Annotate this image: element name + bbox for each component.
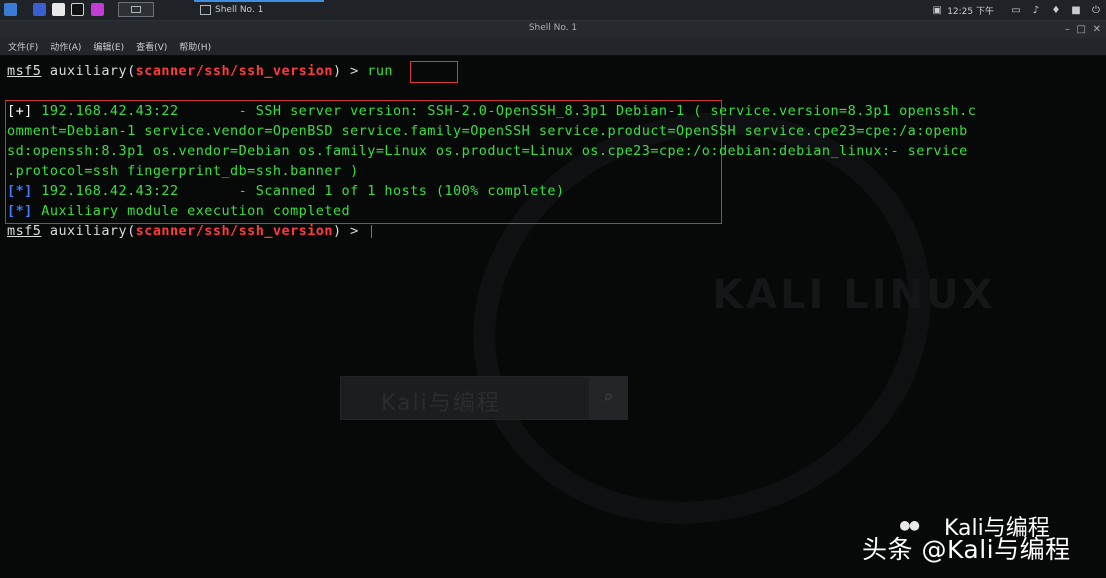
volume-icon[interactable]: ♪ [1026, 5, 1046, 16]
output-line-5: [*] 192.168.42.43:22 - Scanned 1 of 1 ho… [7, 183, 565, 199]
menu-action[interactable]: 动作(A) [50, 40, 81, 53]
task-label: Shell No. 1 [215, 5, 264, 15]
clock[interactable]: 12:25 下午 [947, 4, 994, 17]
files-icon[interactable] [52, 3, 65, 16]
menu-file[interactable]: 文件(F) [8, 40, 38, 53]
workspace-button[interactable] [118, 2, 154, 17]
output-line-4: .protocol=ssh fingerprint_db=ssh.banner … [7, 163, 359, 179]
minimize-icon[interactable]: – [1065, 22, 1070, 37]
wallpaper-search-text: Kali与编程 [381, 391, 501, 416]
kali-menu-icon[interactable] [4, 3, 17, 16]
run-highlight-box [410, 61, 458, 83]
toutiao-watermark: 头条 @Kali与编程 [862, 535, 1071, 564]
info-tag: [*] [7, 203, 33, 219]
menu-edit[interactable]: 编辑(E) [93, 40, 124, 53]
terminal-area[interactable]: KALI LINUX Kali与编程 ⌕ msf5 auxiliary(scan… [0, 56, 1106, 578]
app-launcher-icon[interactable] [91, 3, 104, 16]
command-run: run [367, 63, 394, 79]
lock-icon[interactable]: ■ [1066, 5, 1086, 16]
menu-bar: 文件(F) 动作(A) 编辑(E) 查看(V) 帮助(H) [0, 38, 1106, 55]
output-line-6: [*] Auxiliary module execution completed [7, 203, 351, 219]
search-icon: ⌕ [589, 377, 627, 419]
success-tag: [+] [7, 103, 33, 119]
terminal-launcher-icon[interactable] [71, 3, 84, 16]
notification-bell-icon[interactable]: ♦ [1046, 5, 1066, 16]
menu-help[interactable]: 帮助(H) [179, 40, 211, 53]
power-icon[interactable]: ⏻ [1086, 5, 1106, 16]
window-title: Shell No. 1 [528, 23, 578, 33]
desktop-icon[interactable] [33, 3, 46, 16]
terminal-icon [200, 4, 211, 15]
window-list-icon[interactable]: ▭ [1006, 5, 1026, 16]
info-tag: [*] [7, 183, 33, 199]
taskbar-task-terminal[interactable]: Shell No. 1 [194, 0, 324, 20]
close-icon[interactable]: ✕ [1093, 22, 1101, 37]
wallpaper-search-box: Kali与编程 ⌕ [340, 376, 628, 420]
output-line-3: sd:openssh:8.3p1 os.vendor=Debian os.fam… [7, 143, 968, 159]
prompt-line-2: msf5 auxiliary(scanner/ssh/ssh_version) … [7, 223, 373, 239]
prompt-line-1: msf5 auxiliary(scanner/ssh/ssh_version) … [7, 63, 394, 79]
text-cursor [371, 224, 373, 238]
menu-view[interactable]: 查看(V) [136, 40, 167, 53]
output-line-1: [+] 192.168.42.43:22 - SSH server versio… [7, 103, 977, 119]
window-titlebar[interactable]: Shell No. 1 – □ ✕ [0, 21, 1106, 38]
maximize-icon[interactable]: □ [1077, 22, 1086, 37]
top-panel: Shell No. 1 ▣ 12:25 下午 ▭ ♪ ♦ ■ ⏻ [0, 0, 1106, 21]
workspace-indicator-icon[interactable]: ▣ [927, 5, 947, 16]
system-tray: ▣ 12:25 下午 ▭ ♪ ♦ ■ ⏻ [927, 0, 1106, 20]
output-line-2: omment=Debian-1 service.vendor=OpenBSD s… [7, 123, 968, 139]
kali-brand-watermark: KALI LINUX [712, 272, 996, 318]
